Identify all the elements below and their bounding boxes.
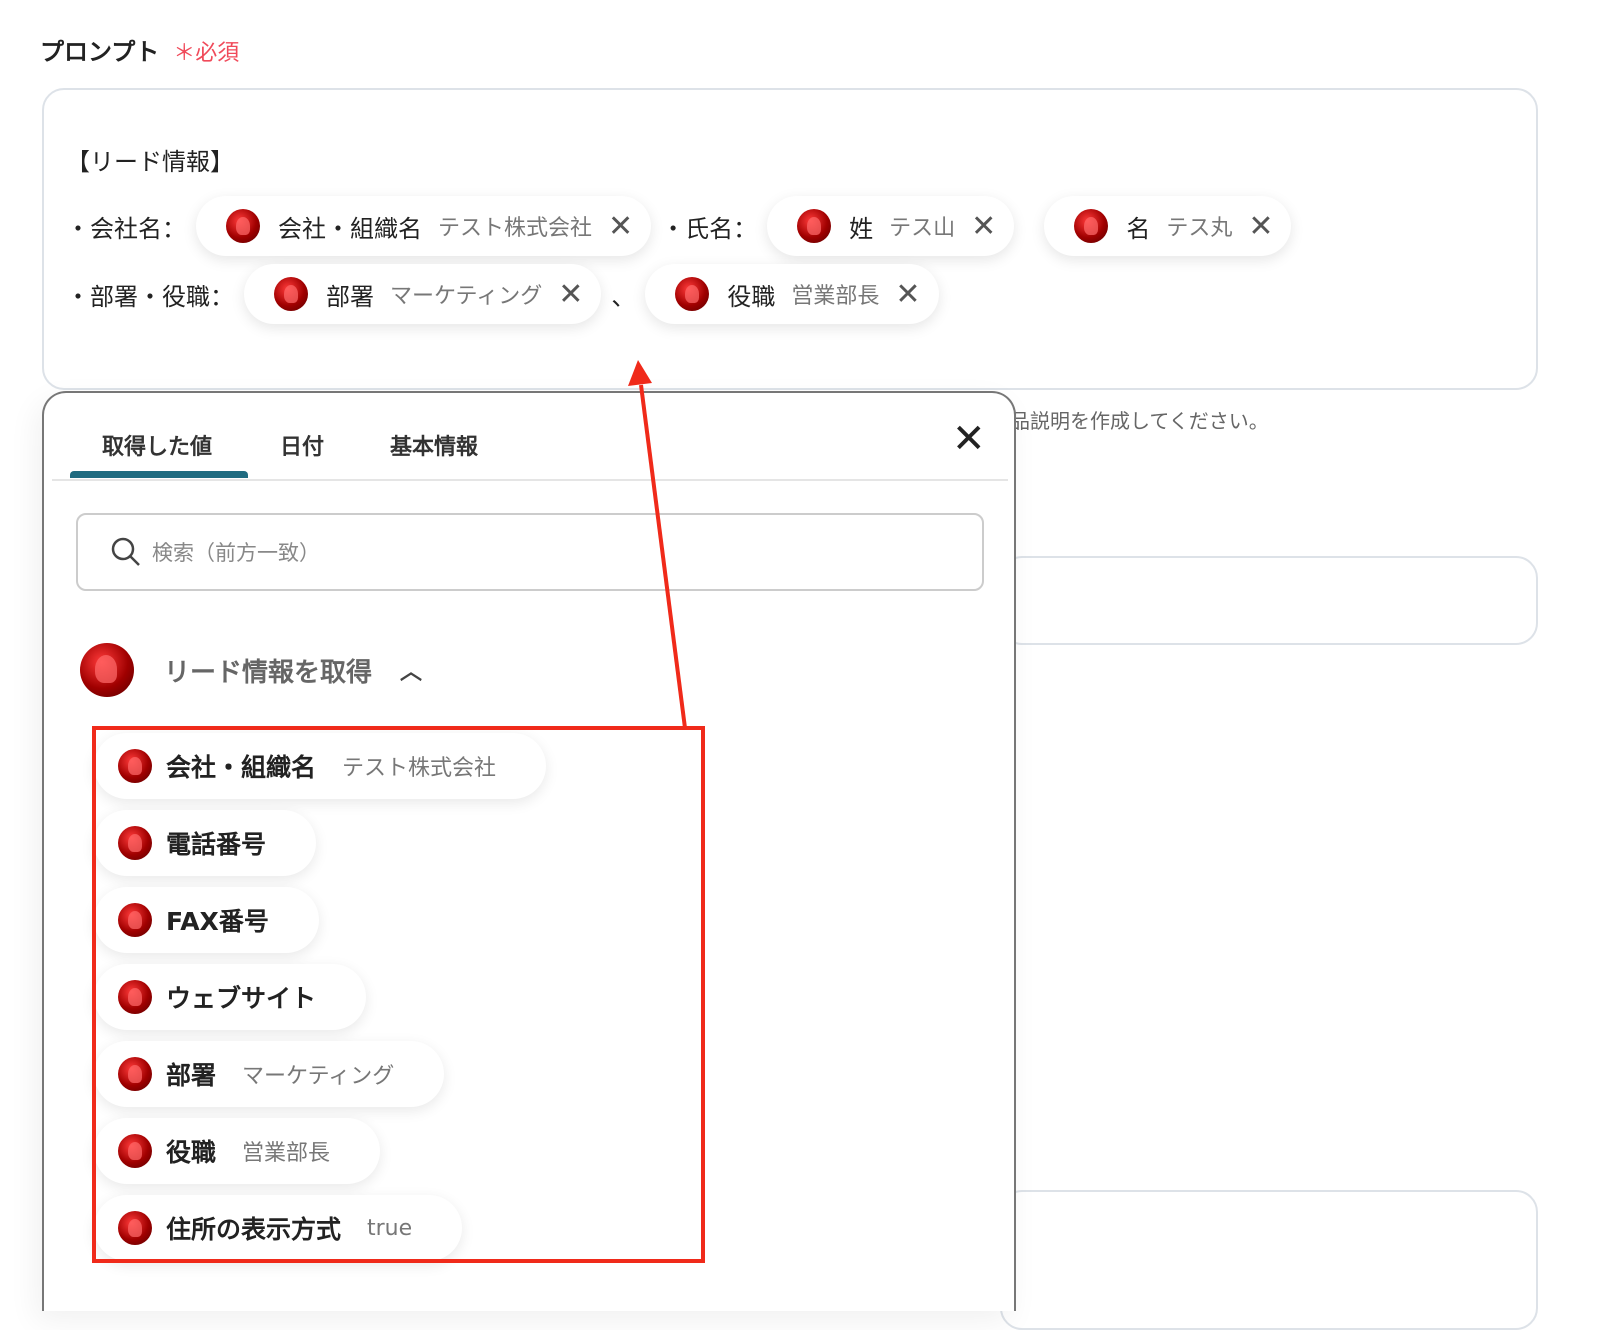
prompt-editor[interactable]: 【リード情報】 ・会社名： 会社・組織名 テスト株式会社 ✕ ・氏名： 姓テス山 ✕ … [42, 88, 1538, 390]
chip-value: テス丸 [1166, 216, 1233, 241]
tab-acquired-values[interactable]: 取得した値 [102, 429, 212, 461]
variable-chip[interactable]: 名テス丸 ✕ [1044, 196, 1292, 256]
chip-name: 会社・組織名 [278, 214, 422, 243]
search-placeholder: 検索（前方一致） [152, 541, 320, 565]
chip-value: 営業部長 [791, 284, 880, 309]
annotation-highlight-box [92, 726, 705, 1263]
active-tab-indicator [70, 471, 248, 478]
line-text: ・氏名： [661, 214, 758, 243]
text-field[interactable] [1000, 556, 1538, 645]
line-text: ・部署・役職： [66, 282, 234, 311]
remove-icon[interactable]: ✕ [608, 209, 633, 244]
close-icon[interactable]: ✕ [952, 419, 986, 459]
remove-icon[interactable]: ✕ [895, 277, 920, 312]
field-label: プロンプト ＊必須 [40, 32, 239, 67]
group-header[interactable]: リード情報を取得 ︿ [80, 643, 422, 697]
search-icon [111, 537, 140, 566]
app-icon [797, 209, 832, 243]
divider [52, 479, 1008, 481]
app-icon [274, 277, 308, 311]
chip-name: 名 [1126, 214, 1151, 243]
chevron-up-icon[interactable]: ︿ [400, 654, 422, 686]
prompt-line-2: ・部署・役職： 部署 マーケティング ✕ 、 役職 営業部長 ✕ [66, 264, 949, 324]
tab-basic-info[interactable]: 基本情報 [390, 429, 478, 461]
text-field[interactable] [1000, 1190, 1538, 1330]
variable-chip[interactable]: 役職 営業部長 ✕ [645, 264, 939, 324]
app-icon [675, 277, 710, 311]
remove-icon[interactable]: ✕ [971, 209, 996, 244]
required-badge: ＊必須 [173, 41, 240, 66]
line-text: ・会社名： [66, 214, 186, 243]
variable-chip[interactable]: 姓テス山 ✕ [767, 196, 1015, 256]
label-text: プロンプト [40, 38, 160, 66]
chip-name: 役職 [727, 282, 776, 311]
group-title: リード情報を取得 [164, 657, 373, 688]
tab-date[interactable]: 日付 [280, 429, 324, 461]
chip-value: マーケティング [390, 284, 543, 309]
line-text: 、 [611, 282, 636, 311]
remove-icon[interactable]: ✕ [558, 277, 583, 312]
chip-name: 部署 [326, 282, 374, 311]
remove-icon[interactable]: ✕ [1248, 209, 1273, 244]
chip-name: 姓 [849, 214, 874, 243]
chip-value: テス山 [889, 216, 956, 241]
variable-chip[interactable]: 会社・組織名 テスト株式会社 ✕ [196, 196, 652, 256]
field-hint: 品説明を作成してください。 [1010, 409, 1269, 433]
prompt-line-1: ・会社名： 会社・組織名 テスト株式会社 ✕ ・氏名： 姓テス山 ✕ 名テス丸 ✕ [66, 196, 1301, 256]
variable-chip[interactable]: 部署 マーケティング ✕ [244, 264, 602, 324]
app-icon [1074, 209, 1109, 243]
search-input[interactable]: 検索（前方一致） [76, 513, 984, 591]
app-icon [226, 209, 260, 243]
chip-value: テスト株式会社 [438, 216, 593, 241]
prompt-heading: 【リード情報】 [66, 148, 234, 176]
app-icon [80, 643, 134, 697]
